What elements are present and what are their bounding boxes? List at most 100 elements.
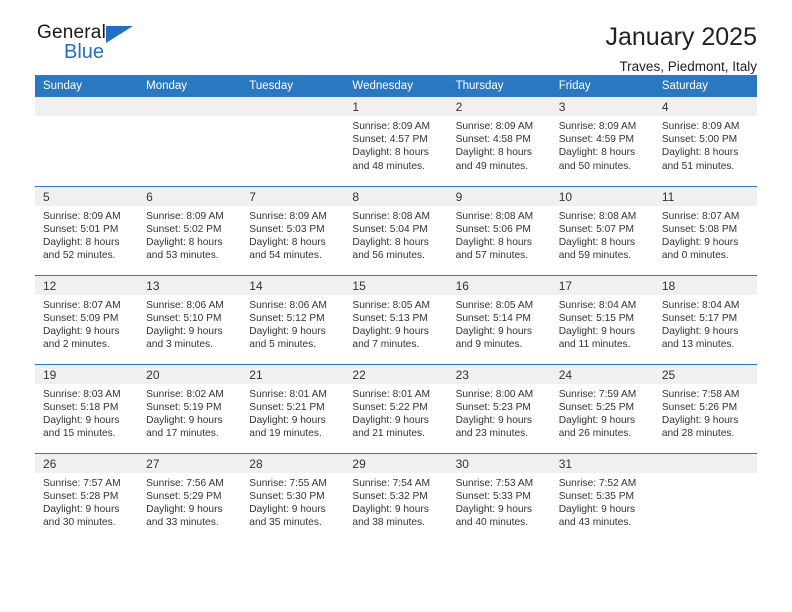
calendar-cell-day[interactable]: 1 Sunrise: 8:09 AM Sunset: 4:57 PM Daylight… — [344, 97, 448, 186]
calendar-cell-day[interactable]: 29 Sunrise: 7:54 AM Sunset: 5:32 PM Dayligh… — [344, 452, 448, 542]
calendar-cell-day[interactable]: 17 Sunrise: 8:04 AM Sunset: 5:15 PM Dayligh… — [550, 274, 654, 364]
calendar-cell-day[interactable]: 18 Sunrise: 8:04 AM Sunset: 5:17 PM Dayligh… — [653, 274, 757, 364]
calendar-grid: Sunday Monday Tuesday Wednesday Thursday Frid… — [35, 75, 757, 542]
calendar-cell-day[interactable]: 22 Sunrise: 8:01 AM Sunset: 5:22 PM Dayligh… — [344, 363, 448, 453]
calendar-cell-day[interactable]: 15 Sunrise: 8:05 AM Sunset: 5:13 PM Dayligh… — [344, 274, 448, 364]
day-number: 11 — [653, 186, 757, 206]
daylight-text-line2: and 2 minutes. — [43, 339, 110, 351]
day-cell: 11 Sunrise: 8:07 AM Sunset: 5:08 PM Dayligh… — [653, 186, 757, 275]
day-cell — [241, 97, 345, 186]
day-cell: 28 Sunrise: 7:55 AM Sunset: 5:30 PM Dayligh… — [241, 453, 345, 543]
sunset-text: Sunset: 5:18 PM — [43, 401, 119, 413]
daylight-text-line1: Daylight: 9 hours — [146, 503, 223, 515]
calendar-body: 1 Sunrise: 8:09 AM Sunset: 4:57 PM Daylight… — [35, 97, 757, 542]
calendar-cell-day[interactable]: 4 Sunrise: 8:09 AM Sunset: 5:00 PM Daylight… — [653, 97, 757, 186]
daylight-text-line1: Daylight: 9 hours — [661, 414, 739, 426]
daylight-text-line2: and 59 minutes. — [558, 250, 632, 262]
calendar-cell-empty — [241, 97, 345, 186]
calendar-cell-day[interactable]: 16 Sunrise: 8:05 AM Sunset: 5:14 PM Dayligh… — [447, 274, 551, 364]
calendar-cell-day[interactable]: 27 Sunrise: 7:56 AM Sunset: 5:29 PM Dayligh… — [138, 452, 242, 542]
calendar-cell-day[interactable]: 2 Sunrise: 8:09 AM Sunset: 4:58 PM Daylight… — [447, 97, 551, 186]
day-number: 15 — [344, 275, 448, 295]
day-cell: 2 Sunrise: 8:09 AM Sunset: 4:58 PM Daylight… — [447, 97, 551, 186]
day-details: Sunrise: 8:06 AM Sunset: 5:12 PM Daylight:… — [241, 295, 344, 352]
calendar-cell-day[interactable]: 24 Sunrise: 7:59 AM Sunset: 5:25 PM Dayligh… — [550, 363, 654, 453]
calendar-cell-day[interactable]: 13 Sunrise: 8:06 AM Sunset: 5:10 PM Dayligh… — [138, 274, 242, 364]
calendar-cell-day[interactable]: 5 Sunrise: 8:09 AM Sunset: 5:01 PM Daylight… — [35, 185, 139, 275]
daylight-text-line1: Daylight: 8 hours — [558, 236, 636, 248]
sunrise-text: Sunrise: 8:08 AM — [558, 210, 637, 222]
daylight-text-line2: and 43 minutes. — [558, 517, 632, 529]
day-cell: 15 Sunrise: 8:05 AM Sunset: 5:13 PM Dayligh… — [344, 275, 448, 364]
day-number: 24 — [550, 364, 654, 384]
weekday-header-wednesday: Wednesday — [344, 75, 448, 97]
sunset-text: Sunset: 5:26 PM — [661, 401, 738, 413]
calendar-cell-empty — [653, 452, 757, 542]
day-cell: 16 Sunrise: 8:05 AM Sunset: 5:14 PM Dayligh… — [447, 275, 551, 364]
calendar-week-row: 5 Sunrise: 8:09 AM Sunset: 5:01 PM Daylight… — [35, 185, 757, 275]
sunrise-text: Sunrise: 7:58 AM — [661, 388, 740, 400]
daylight-text-line1: Daylight: 9 hours — [43, 325, 120, 337]
day-cell: 31 Sunrise: 7:52 AM Sunset: 5:35 PM Dayligh… — [550, 453, 654, 543]
calendar-cell-day[interactable]: 28 Sunrise: 7:55 AM Sunset: 5:30 PM Dayligh… — [241, 452, 345, 543]
sunset-text: Sunset: 5:03 PM — [249, 223, 325, 235]
daylight-text-line2: and 53 minutes. — [146, 250, 219, 262]
sunset-text: Sunset: 5:07 PM — [558, 223, 635, 235]
calendar-cell-empty — [35, 97, 139, 186]
sunset-text: Sunset: 5:14 PM — [455, 312, 531, 324]
calendar-cell-day[interactable]: 12 Sunrise: 8:07 AM Sunset: 5:09 PM Dayligh… — [35, 274, 139, 364]
daylight-text-line2: and 51 minutes. — [661, 160, 735, 172]
calendar-cell-day[interactable]: 6 Sunrise: 8:09 AM Sunset: 5:02 PM Daylight… — [138, 185, 242, 275]
sunrise-text: Sunrise: 8:04 AM — [558, 299, 637, 311]
calendar-cell-day[interactable]: 23 Sunrise: 8:00 AM Sunset: 5:23 PM Dayligh… — [447, 363, 551, 453]
daylight-text-line1: Daylight: 8 hours — [43, 236, 120, 248]
calendar-cell-day[interactable]: 14 Sunrise: 8:06 AM Sunset: 5:12 PM Dayligh… — [241, 274, 345, 364]
day-details: Sunrise: 8:02 AM Sunset: 5:19 PM Daylight:… — [138, 384, 241, 441]
calendar-cell-day[interactable]: 26 Sunrise: 7:57 AM Sunset: 5:28 PM Dayligh… — [35, 452, 139, 542]
calendar-cell-day[interactable]: 20 Sunrise: 8:02 AM Sunset: 5:19 PM Dayligh… — [138, 363, 242, 453]
day-details: Sunrise: 8:00 AM Sunset: 5:23 PM Daylight:… — [448, 384, 551, 441]
sunrise-text: Sunrise: 8:09 AM — [352, 121, 431, 132]
sunrise-text: Sunrise: 8:05 AM — [352, 299, 431, 311]
sunrise-text: Sunrise: 8:05 AM — [455, 299, 534, 311]
calendar-cell-day[interactable]: 8 Sunrise: 8:08 AM Sunset: 5:04 PM Daylight… — [344, 185, 448, 275]
sunset-text: Sunset: 5:28 PM — [43, 490, 119, 502]
logo-triangle-icon — [106, 26, 133, 43]
day-number: 16 — [447, 275, 551, 295]
calendar-cell-day[interactable]: 25 Sunrise: 7:58 AM Sunset: 5:26 PM Dayligh… — [653, 363, 757, 453]
day-number: 23 — [447, 364, 551, 384]
day-number: 29 — [344, 453, 448, 473]
sunset-text: Sunset: 5:10 PM — [146, 312, 222, 324]
daylight-text-line1: Daylight: 9 hours — [558, 414, 636, 426]
calendar-cell-day[interactable]: 7 Sunrise: 8:09 AM Sunset: 5:03 PM Daylight… — [241, 185, 345, 275]
calendar-cell-day[interactable]: 19 Sunrise: 8:03 AM Sunset: 5:18 PM Dayligh… — [35, 363, 139, 453]
day-number: 27 — [138, 453, 242, 473]
daylight-text-line1: Daylight: 9 hours — [43, 503, 120, 515]
sunrise-text: Sunrise: 8:07 AM — [43, 299, 121, 311]
calendar-cell-empty — [138, 97, 242, 186]
daylight-text-line2: and 15 minutes. — [43, 428, 116, 440]
daylight-text-line1: Daylight: 9 hours — [352, 325, 429, 337]
day-cell: 10 Sunrise: 8:08 AM Sunset: 5:07 PM Dayligh… — [550, 186, 654, 275]
day-details: Sunrise: 8:04 AM Sunset: 5:17 PM Daylight:… — [654, 295, 757, 352]
daylight-text-line1: Daylight: 9 hours — [558, 325, 636, 337]
sunrise-text: Sunrise: 8:09 AM — [146, 210, 224, 222]
sunset-text: Sunset: 5:04 PM — [352, 223, 428, 235]
calendar-cell-day[interactable]: 11 Sunrise: 8:07 AM Sunset: 5:08 PM Dayligh… — [653, 185, 757, 275]
calendar-cell-day[interactable]: 9 Sunrise: 8:08 AM Sunset: 5:06 PM Daylight… — [447, 185, 551, 275]
calendar-cell-day[interactable]: 21 Sunrise: 8:01 AM Sunset: 5:21 PM Dayligh… — [241, 363, 345, 453]
calendar-cell-day[interactable]: 30 Sunrise: 7:53 AM Sunset: 5:33 PM Dayligh… — [447, 452, 551, 542]
daylight-text-line2: and 35 minutes. — [249, 517, 322, 529]
daylight-text-line2: and 56 minutes. — [352, 250, 425, 262]
day-details: Sunrise: 8:09 AM Sunset: 5:03 PM Daylight:… — [241, 206, 344, 263]
general-blue-logo[interactable]: General Blue — [37, 22, 157, 70]
day-details: Sunrise: 8:07 AM Sunset: 5:08 PM Daylight:… — [654, 206, 757, 263]
daylight-text-line2: and 21 minutes. — [352, 428, 425, 440]
weekday-header-monday: Monday — [138, 75, 242, 97]
sunset-text: Sunset: 5:21 PM — [249, 401, 325, 413]
calendar-cell-day[interactable]: 31 Sunrise: 7:52 AM Sunset: 5:35 PM Dayligh… — [550, 452, 654, 543]
calendar-cell-day[interactable]: 3 Sunrise: 8:09 AM Sunset: 4:59 PM Daylight… — [550, 97, 654, 186]
day-number: 13 — [138, 275, 242, 295]
calendar-cell-day[interactable]: 10 Sunrise: 8:08 AM Sunset: 5:07 PM Dayligh… — [550, 185, 654, 275]
day-number: 6 — [138, 186, 242, 206]
